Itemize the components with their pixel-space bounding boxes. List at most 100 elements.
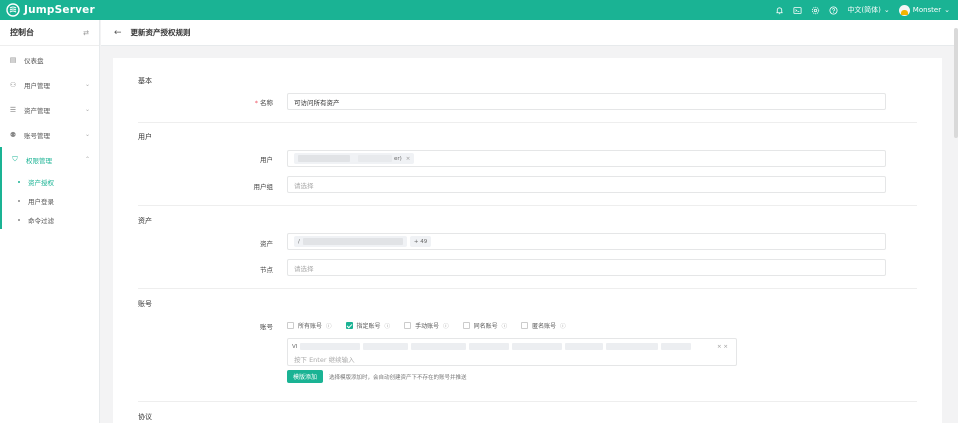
app-name: JumpServer	[24, 4, 95, 16]
redacted-text	[661, 343, 692, 350]
selected-asset-tag[interactable]: /	[294, 236, 407, 247]
checkbox-same-name-accounts[interactable]: 同名账号 ⓘ	[462, 321, 508, 330]
checkbox-label: 匿名账号	[532, 323, 557, 330]
sidebar-item-label: 用户管理	[24, 81, 50, 90]
sidebar-subitem-label: 命令过滤	[28, 216, 54, 225]
sidebar-subitem-label: 用户登录	[28, 197, 54, 206]
selected-user-tag[interactable]: er) ×	[294, 153, 415, 164]
sidebar-subitem-label: 资产授权	[28, 178, 54, 187]
help-icon[interactable]	[829, 5, 838, 15]
help-icon[interactable]: ⓘ	[385, 322, 391, 330]
asset-label: 资产	[260, 240, 273, 248]
redacted-text	[298, 155, 350, 162]
language-label: 中文(简体)	[847, 6, 881, 14]
section-users-title: 用户	[138, 133, 152, 141]
top-bar: JumpServer 中文(简体) ⌄ Monster ⌄	[0, 0, 958, 20]
asset-tag-prefix: /	[298, 238, 300, 245]
chevron-down-icon: ⌄	[84, 131, 90, 138]
sidebar-item-permissions[interactable]: ⛉ 权限管理 ⌃	[2, 147, 99, 172]
bullet-icon	[18, 218, 20, 221]
checkbox[interactable]	[404, 322, 412, 329]
user-group-label: 用户组	[253, 183, 274, 191]
scrollbar[interactable]	[954, 28, 958, 138]
checkbox[interactable]	[521, 322, 529, 329]
node-label: 节点	[260, 266, 273, 274]
assets-icon: ☰	[9, 105, 17, 114]
section-basic-title: 基本	[138, 77, 152, 85]
sidebar-item-users[interactable]: ⚇ 用户管理 ⌄	[0, 72, 99, 97]
app-logo[interactable]: JumpServer	[0, 3, 100, 17]
user-group-select[interactable]: 请选择	[287, 176, 886, 193]
help-icon[interactable]: ⓘ	[326, 322, 332, 330]
users-icon: ⚇	[9, 80, 17, 89]
checkbox[interactable]	[287, 322, 294, 329]
asset-select[interactable]: / + 49	[287, 233, 886, 250]
node-placeholder: 请选择	[294, 264, 314, 273]
name-input[interactable]: 可访问所有资产	[287, 93, 886, 110]
chevron-down-icon: ⌄	[84, 81, 90, 88]
form-card: 基本 * 名称 可访问所有资产 用户 用户 er) × 用户组 请选择 资产 资产…	[113, 58, 942, 423]
username: Monster	[912, 6, 942, 14]
sidebar-item-assets[interactable]: ☰ 资产管理 ⌄	[0, 97, 99, 122]
sidebar-item-label: 资产管理	[24, 106, 50, 115]
dashboard-icon: ▤	[9, 55, 17, 64]
sidebar-item-dashboard[interactable]: ▤ 仪表盘	[0, 47, 99, 72]
node-select[interactable]: 请选择	[287, 259, 886, 276]
user-select[interactable]: er) ×	[287, 150, 886, 167]
chevron-down-icon: ⌄	[944, 6, 950, 14]
checkbox-specified-accounts[interactable]: 指定账号 ⓘ	[345, 321, 391, 330]
sidebar-item-accounts[interactable]: ⚉ 账号管理 ⌄	[0, 122, 99, 147]
close-icon[interactable]: × ×	[717, 344, 728, 350]
checkbox-anonymous-accounts[interactable]: 匿名账号 ⓘ	[521, 321, 566, 330]
account-label: 账号	[260, 323, 273, 331]
user-tag-suffix: er)	[394, 155, 402, 162]
more-assets-tag[interactable]: + 49	[409, 236, 432, 247]
sidebar-title: 控制台	[10, 28, 34, 37]
account-tags-input[interactable]: VI × × 按下 Enter 继续输入	[287, 338, 737, 366]
checkbox-all-accounts[interactable]: 所有账号 ⓘ	[287, 321, 332, 330]
account-input-placeholder: 按下 Enter 继续输入	[294, 356, 355, 364]
redacted-text	[363, 343, 409, 350]
avatar	[898, 4, 910, 16]
gear-icon[interactable]	[811, 6, 820, 15]
template-add-button[interactable]: 模版添加	[287, 370, 324, 383]
bullet-icon	[18, 180, 20, 183]
sidebar-header: 控制台 ⇄	[0, 20, 99, 46]
redacted-text	[358, 155, 392, 162]
checkbox[interactable]	[345, 322, 353, 329]
section-divider	[138, 205, 917, 206]
sidebar-item-label: 账号管理	[24, 131, 50, 140]
name-label: * 名称	[223, 97, 273, 107]
checkbox-manual-accounts[interactable]: 手动账号 ⓘ	[404, 321, 449, 330]
redacted-text	[411, 343, 467, 350]
sidebar-subitem-command-filter[interactable]: 命令过滤	[2, 210, 99, 229]
account-tag-row: VI × ×	[292, 342, 728, 351]
chevron-down-icon: ⌄	[883, 6, 890, 14]
bell-icon[interactable]	[775, 6, 784, 15]
checkbox[interactable]	[462, 322, 470, 329]
language-select[interactable]: 中文(简体) ⌄	[847, 5, 889, 15]
sidebar-subitem-user-login[interactable]: 用户登录	[2, 191, 99, 210]
template-tip: 选择模版添加时，会自动创建资产下不存在的账号并推送	[329, 375, 467, 381]
help-icon[interactable]: ⓘ	[502, 322, 508, 330]
user-group-placeholder: 请选择	[294, 181, 314, 190]
sidebar-item-label: 仪表盘	[24, 56, 44, 65]
user-label: 用户	[260, 156, 273, 164]
chevron-up-icon: ⌃	[84, 156, 90, 163]
help-icon[interactable]: ⓘ	[443, 322, 449, 330]
section-divider	[138, 401, 917, 402]
account-type-options: 所有账号 ⓘ 指定账号 ⓘ 手动账号 ⓘ 同名账号 ⓘ 匿名账号 ⓘ	[287, 321, 566, 330]
collapse-toggle-icon[interactable]: ⇄	[83, 29, 89, 37]
sidebar-subitem-asset-permission[interactable]: 资产授权	[2, 172, 99, 191]
back-arrow-icon[interactable]: ←	[114, 28, 122, 38]
help-icon[interactable]: ⓘ	[560, 322, 566, 330]
user-menu[interactable]: Monster ⌄	[898, 4, 950, 16]
terminal-icon[interactable]	[793, 6, 802, 15]
redacted-text	[606, 343, 659, 350]
accounts-icon: ⚉	[9, 130, 17, 139]
section-protocol-title: 协议	[138, 413, 152, 421]
section-assets-title: 资产	[138, 217, 152, 225]
name-input-value: 可访问所有资产	[294, 98, 340, 107]
page-header: ← 更新资产授权规则	[101, 20, 958, 46]
close-icon[interactable]: ×	[406, 156, 411, 162]
